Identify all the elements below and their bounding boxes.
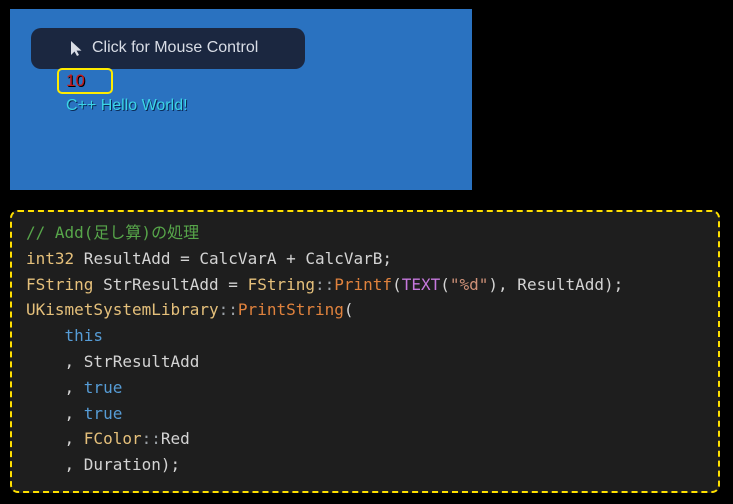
code-token: , — [26, 403, 84, 423]
code-block: // Add(足し算)の処理 int32 ResultAdd = CalcVarA… — [26, 220, 623, 478]
code-line: // Add(足し算)の処理 — [26, 220, 623, 246]
code-line: int32 ResultAdd = CalcVarA + CalcVarB; — [26, 246, 623, 272]
code-token: // Add(足し算)の処理 — [26, 223, 200, 242]
cursor-icon — [71, 41, 82, 56]
code-token: "%d" — [449, 274, 489, 294]
code-token: ( — [343, 300, 354, 320]
code-token: , — [26, 429, 84, 449]
mouse-control-label: Click for Mouse Control — [92, 39, 259, 56]
code-token: TEXT — [401, 274, 441, 294]
code-token: StrResultAdd = — [93, 274, 248, 294]
code-line: , true — [26, 375, 623, 401]
code-token: FColor — [83, 429, 142, 449]
code-token: FString — [26, 274, 94, 294]
code-token: , Duration); — [26, 455, 181, 475]
code-line: , Duration); — [26, 452, 623, 478]
code-token: this — [64, 326, 104, 346]
code-token: :: — [218, 300, 238, 320]
mouse-control-button[interactable]: Click for Mouse Control — [31, 28, 305, 69]
code-token: ), ResultAdd); — [488, 274, 624, 294]
code-line: FString StrResultAdd = FString::Printf(T… — [26, 272, 623, 298]
result-value-text: 10 — [66, 71, 85, 90]
code-token: FString — [247, 274, 315, 294]
hello-world-text: C++ Hello World! — [66, 97, 188, 114]
code-line: , true — [26, 401, 623, 427]
code-token: , — [26, 377, 84, 397]
game-viewport[interactable]: Click for Mouse Control 10 C++ Hello Wor… — [10, 9, 472, 190]
code-line: , FColor::Red — [26, 426, 623, 452]
code-token: int32 — [26, 248, 75, 268]
code-token: true — [83, 377, 123, 397]
code-token: ( — [392, 274, 402, 294]
code-token: ( — [440, 274, 450, 294]
code-token: , StrResultAdd — [26, 351, 200, 371]
code-line: this — [26, 323, 623, 349]
code-token: Printf — [334, 274, 393, 294]
code-token: :: — [141, 429, 161, 449]
code-token: UKismetSystemLibrary — [26, 300, 219, 320]
code-token: PrintString — [237, 300, 344, 320]
code-token: true — [83, 403, 123, 423]
code-line: UKismetSystemLibrary::PrintString( — [26, 297, 623, 323]
code-token: ResultAdd = CalcVarA + CalcVarB; — [74, 248, 393, 268]
code-line: , StrResultAdd — [26, 349, 623, 375]
code-token: :: — [315, 274, 335, 294]
code-panel: // Add(足し算)の処理 int32 ResultAdd = CalcVarA… — [10, 210, 720, 493]
code-token: Red — [160, 429, 190, 449]
